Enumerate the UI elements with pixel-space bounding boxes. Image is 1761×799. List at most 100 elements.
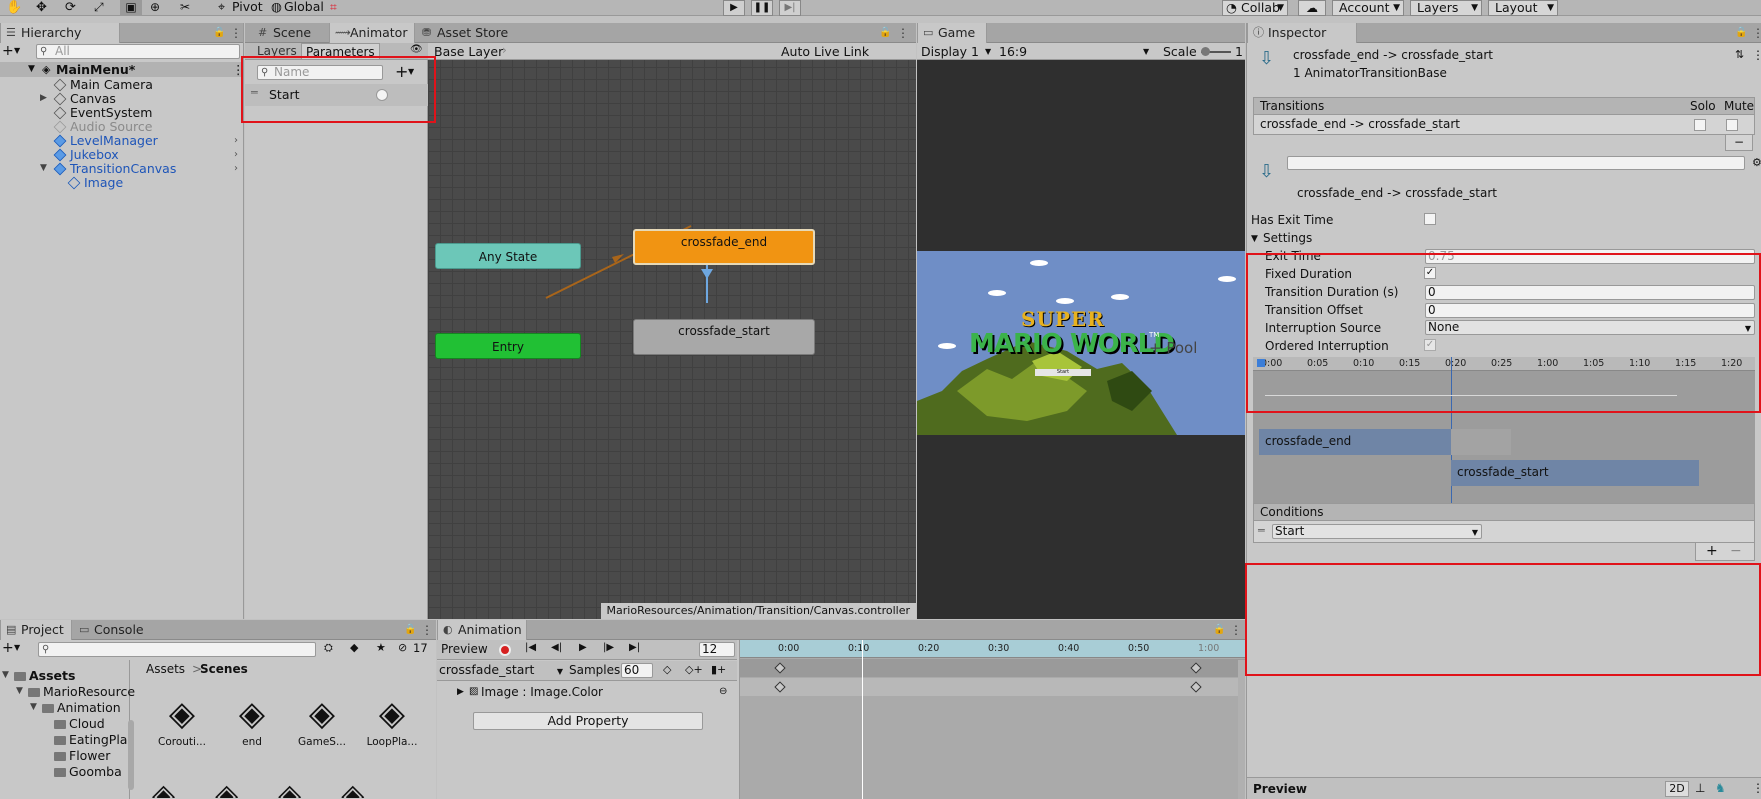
drag-handle-icon[interactable]: ═ bbox=[251, 86, 258, 99]
mute-checkbox[interactable] bbox=[1726, 119, 1738, 131]
kebab-menu-icon[interactable]: ⋮ bbox=[232, 62, 243, 77]
lock-icon[interactable]: 🔒 bbox=[404, 623, 416, 637]
chevron-down-icon[interactable]: ▼ bbox=[14, 643, 20, 652]
chevron-down-icon[interactable]: ▼ bbox=[14, 46, 20, 55]
filter-label-icon[interactable]: ◆ bbox=[350, 641, 358, 654]
node-crossfade-end[interactable]: crossfade_end bbox=[633, 229, 815, 265]
settings-label[interactable]: Settings bbox=[1263, 231, 1312, 246]
filter-type-icon[interactable]: ⛭ bbox=[324, 641, 333, 655]
breadcrumb-current[interactable]: Scenes bbox=[200, 662, 248, 677]
hierarchy-item[interactable]: ▶ Canvas bbox=[40, 91, 116, 106]
rect-tool-icon[interactable]: ▣ bbox=[120, 0, 142, 16]
expand-arrow-icon[interactable]: ▶ bbox=[457, 687, 464, 697]
rotate-tool-icon[interactable]: ⟳ bbox=[65, 0, 76, 15]
tree-item[interactable]: Cloud bbox=[54, 716, 105, 731]
tree-item[interactable]: ▼ MarioResource bbox=[16, 684, 135, 699]
tab-animator[interactable]: ⟿ Animator bbox=[329, 23, 415, 43]
favorite-icon[interactable]: ★ bbox=[376, 641, 386, 654]
avatar-icon[interactable]: ♞ bbox=[1715, 781, 1726, 795]
preview-label[interactable]: Preview bbox=[1253, 782, 1307, 797]
tab-layers[interactable]: Layers bbox=[257, 44, 297, 58]
preview-toggle[interactable]: Preview bbox=[441, 642, 488, 657]
transition-duration-field[interactable]: 0 bbox=[1425, 285, 1755, 300]
aspect-dropdown[interactable]: 16:9 bbox=[999, 44, 1027, 59]
animator-graph[interactable]: Base Layer › Auto Live Link Any State En… bbox=[428, 43, 916, 619]
kebab-menu-icon[interactable]: ⋮ bbox=[1230, 623, 1242, 637]
tree-item[interactable]: ▼ Assets bbox=[2, 668, 75, 683]
transition-name-input[interactable] bbox=[1287, 156, 1745, 170]
project-search-input[interactable]: ⚲ bbox=[38, 642, 316, 657]
hierarchy-item[interactable]: Main Camera bbox=[53, 77, 153, 92]
account-dropdown[interactable]: Account ▼ bbox=[1332, 0, 1404, 16]
drag-handle-icon[interactable]: ═ bbox=[1258, 524, 1265, 537]
move-tool-icon[interactable]: ✥ bbox=[36, 0, 47, 15]
chevron-right-icon[interactable]: › bbox=[234, 161, 238, 176]
kebab-menu-icon[interactable]: ⋮ bbox=[1752, 48, 1761, 62]
pivot-button[interactable]: ⌖ Pivot bbox=[214, 0, 267, 16]
scene-row[interactable]: ▼ ◈ MainMenu* ⋮ bbox=[0, 62, 243, 77]
collab-dropdown[interactable]: ◔ Collab ▼ bbox=[1222, 0, 1288, 16]
pivot-icon[interactable]: ⊥ bbox=[1695, 781, 1705, 795]
lock-icon[interactable]: 🔒 bbox=[213, 26, 225, 40]
scale-slider-handle[interactable] bbox=[1201, 47, 1210, 56]
animation-playhead[interactable] bbox=[862, 640, 863, 799]
hidden-packages-icon[interactable]: ⊘ bbox=[398, 641, 407, 654]
expand-arrow-icon[interactable]: ▼ bbox=[40, 161, 47, 176]
node-any-state[interactable]: Any State bbox=[435, 243, 581, 269]
remove-transition-button[interactable]: − bbox=[1725, 135, 1753, 151]
expand-arrow-icon[interactable]: ▼ bbox=[2, 668, 9, 683]
tab-inspector[interactable]: ⓘ Inspector bbox=[1247, 23, 1357, 43]
dopesheet-scrollbar[interactable] bbox=[1238, 660, 1245, 799]
hierarchy-item[interactable]: Image bbox=[67, 175, 123, 190]
parameter-row[interactable]: ═ Start bbox=[245, 84, 428, 106]
prev-key-icon[interactable]: ◀| bbox=[551, 642, 562, 653]
keyframe-icon[interactable]: ◇ bbox=[663, 663, 671, 676]
has-exit-time-checkbox[interactable] bbox=[1424, 213, 1436, 225]
hierarchy-item[interactable]: EventSystem bbox=[53, 105, 152, 120]
sliders-icon[interactable]: ⇅ bbox=[1735, 48, 1744, 61]
step-button[interactable]: ▶| bbox=[779, 0, 801, 16]
hierarchy-item[interactable]: Audio Source bbox=[53, 119, 152, 134]
tree-item[interactable]: ▼ Animation bbox=[30, 700, 121, 715]
transition-timeline[interactable]: 0:00 0:05 0:10 0:15 0:20 0:25 1:00 1:05 … bbox=[1253, 357, 1755, 511]
key-toggle-icon[interactable]: ⊖ bbox=[719, 686, 727, 697]
kebab-menu-icon[interactable]: ⋮ bbox=[1752, 781, 1761, 795]
tab-console[interactable]: ▭ Console bbox=[74, 620, 154, 640]
add-parameter-button[interactable]: + bbox=[395, 62, 408, 81]
node-crossfade-start[interactable]: crossfade_start bbox=[633, 319, 815, 355]
transition-offset-field[interactable]: 0 bbox=[1425, 303, 1755, 318]
custom-tool-icon[interactable]: ✂ bbox=[180, 0, 190, 14]
snap-icon[interactable]: ⌗ bbox=[330, 0, 337, 15]
add-icon[interactable]: + bbox=[2, 43, 14, 59]
scale-tool-icon[interactable]: ⤢ bbox=[94, 0, 104, 15]
lock-icon[interactable]: 🔒 bbox=[879, 26, 891, 40]
layers-dropdown[interactable]: Layers ▼ bbox=[1410, 0, 1482, 16]
asset-item[interactable]: ◈ GameS... bbox=[292, 694, 352, 754]
settings-foldout-arrow[interactable]: ▼ bbox=[1251, 234, 1258, 244]
transform-tool-icon[interactable]: ⊕ bbox=[150, 0, 160, 14]
first-key-icon[interactable]: |◀ bbox=[525, 642, 536, 653]
next-key-icon[interactable]: |▶ bbox=[603, 642, 614, 653]
trigger-radio[interactable] bbox=[376, 89, 388, 101]
dopesheet[interactable]: 0:00 0:10 0:20 0:30 0:40 0:50 1:00 bbox=[739, 640, 1245, 799]
expand-arrow-icon[interactable]: ▶ bbox=[40, 91, 47, 106]
lock-icon[interactable]: 🔒 bbox=[1213, 623, 1225, 637]
hierarchy-item[interactable]: LevelManager › bbox=[53, 133, 243, 148]
gear-icon[interactable]: ⚙ bbox=[1752, 156, 1761, 169]
fixed-duration-checkbox[interactable]: ✓ bbox=[1424, 267, 1436, 279]
chevron-right-icon[interactable]: › bbox=[234, 133, 238, 148]
hierarchy-item[interactable]: Jukebox › bbox=[53, 147, 243, 162]
remove-condition-button[interactable]: − bbox=[1730, 543, 1742, 559]
add-keyframe-icon[interactable]: ◇+ bbox=[685, 663, 703, 676]
game-viewport[interactable]: SUPER MARIO WORLD TM + Pool Start bbox=[917, 251, 1245, 435]
tab-hierarchy[interactable]: ☰ Hierarchy bbox=[0, 23, 120, 43]
preview-2d-button[interactable]: 2D bbox=[1665, 781, 1689, 797]
breadcrumb-root[interactable]: Assets bbox=[146, 662, 185, 677]
kebab-menu-icon[interactable]: ⋮ bbox=[897, 26, 909, 40]
add-property-button[interactable]: Add Property bbox=[473, 712, 703, 730]
clip-dropdown[interactable]: crossfade_start ▼ bbox=[439, 663, 565, 679]
global-button[interactable]: ◍ Global bbox=[268, 0, 328, 16]
asset-item[interactable]: ◈ end bbox=[222, 694, 282, 754]
clip-crossfade-end[interactable]: crossfade_end bbox=[1259, 429, 1451, 455]
record-icon[interactable] bbox=[499, 644, 511, 656]
